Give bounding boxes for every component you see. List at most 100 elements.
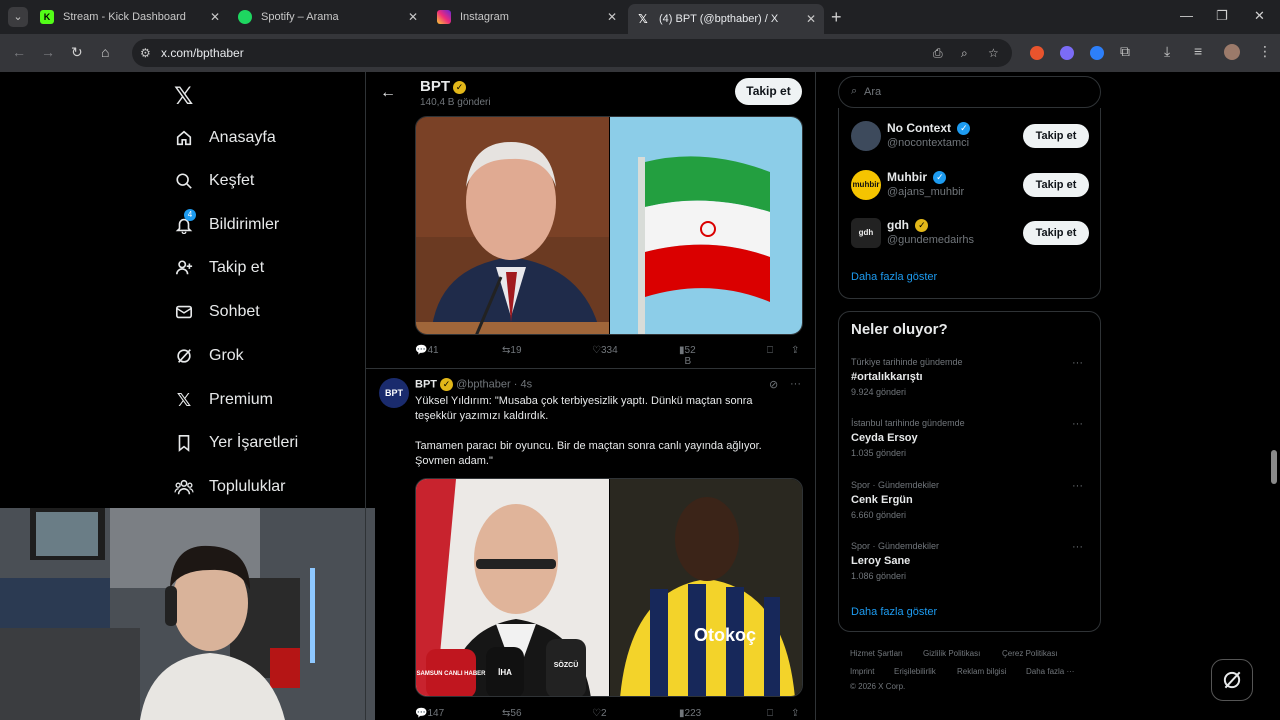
share-icon[interactable]: ⇪: [791, 345, 799, 356]
x-logo-icon[interactable]: 𝕏: [174, 82, 193, 111]
install-app-icon[interactable]: ⎙: [933, 46, 943, 61]
site-info-icon[interactable]: ⚙: [140, 46, 151, 60]
more-icon[interactable]: ···: [1072, 357, 1083, 369]
tab-x[interactable]: 𝕏 (4) BPT (@bpthaber) / X ✕: [628, 4, 824, 34]
menu-kebab-icon[interactable]: ⋮: [1258, 43, 1272, 60]
nav-item-notifications[interactable]: 4 Bildirimler: [174, 209, 279, 240]
tab-kick[interactable]: K Stream - Kick Dashboard ✕: [32, 4, 228, 30]
grok-fab-button[interactable]: [1211, 659, 1253, 701]
back-icon[interactable]: ←: [12, 44, 26, 60]
forward-icon[interactable]: →: [41, 44, 55, 60]
footer-link[interactable]: Hizmet Şartları: [850, 649, 903, 658]
tweet2-media[interactable]: SAMSUN CANLI HABER İHA SÖZCÜ Otokoç: [415, 478, 803, 697]
extension-game-icon[interactable]: [1060, 46, 1074, 60]
iran-flag-photo[interactable]: [609, 117, 802, 334]
zoom-icon[interactable]: ⌕: [961, 46, 968, 61]
follow-button[interactable]: Takip et: [1023, 173, 1089, 197]
footer-link[interactable]: Gizlilik Politikası: [923, 649, 980, 658]
close-icon[interactable]: ✕: [806, 12, 816, 26]
trend-context: Spor · Gündemdekiler: [851, 541, 940, 551]
follow-suggestion[interactable]: gdh gdh ✓ @gundemedairhs Takip et: [851, 216, 1091, 250]
footer-link[interactable]: Imprint: [850, 667, 874, 676]
new-tab-button[interactable]: +: [831, 7, 842, 28]
follow-button[interactable]: Takip et: [1023, 124, 1089, 148]
tweet-time[interactable]: 4s: [520, 378, 532, 390]
player-photo[interactable]: Otokoç: [609, 479, 802, 696]
show-more-link[interactable]: Daha fazla göster: [851, 606, 937, 618]
chairman-photo[interactable]: SAMSUN CANLI HABER İHA SÖZCÜ: [416, 479, 609, 696]
nav-item-premium[interactable]: 𝕏 Premium: [174, 385, 273, 415]
footer-link[interactable]: Çerez Politikası: [1002, 649, 1058, 658]
window-close-icon[interactable]: ✕: [1254, 8, 1265, 24]
trend-item[interactable]: Türkiye tarihinde gündemde #ortalıkkarış…: [851, 357, 1091, 407]
follow-suggestion[interactable]: No Context ✓ @nocontextamci Takip et: [851, 119, 1091, 153]
restore-icon[interactable]: ❐: [1216, 8, 1228, 24]
profile-avatar[interactable]: [1224, 44, 1240, 60]
download-icon[interactable]: ⤓: [1164, 43, 1170, 60]
grok-icon[interactable]: ⊘: [769, 378, 778, 391]
trend-item[interactable]: İstanbul tarihinde gündemde Ceyda Ersoy …: [851, 418, 1091, 468]
media-control-icon[interactable]: ≡: [1194, 43, 1202, 59]
like-button[interactable]: ♡ 334: [592, 345, 618, 356]
scrollbar-thumb[interactable]: [1271, 450, 1277, 484]
author-name[interactable]: BPT: [415, 378, 437, 390]
tab-title: (4) BPT (@bpthaber) / X: [659, 13, 779, 25]
footer-link[interactable]: Reklam bilgisi: [957, 667, 1006, 676]
tab-search-button[interactable]: ⌄: [8, 7, 28, 27]
close-icon[interactable]: ✕: [210, 10, 220, 24]
bookmark-icon[interactable]: ⎕: [767, 345, 773, 356]
follow-button[interactable]: Takip et: [1023, 221, 1089, 245]
avatar[interactable]: BPT: [379, 378, 409, 408]
nav-item-bookmarks[interactable]: Yer İşaretleri: [174, 428, 298, 458]
search-input[interactable]: ⌕ Ara: [838, 76, 1101, 108]
more-icon[interactable]: ···: [1072, 418, 1083, 430]
reload-icon[interactable]: ↻: [71, 44, 83, 61]
trend-title: Cenk Ergün: [851, 494, 913, 506]
tab-spotify[interactable]: Spotify – Arama ✕: [230, 4, 426, 30]
minimize-icon[interactable]: —: [1180, 8, 1193, 23]
extensions-puzzle-icon[interactable]: ⧉: [1120, 43, 1130, 60]
trend-context: Türkiye tarihinde gündemde: [851, 357, 963, 367]
address-url[interactable]: x.com/bpthaber: [161, 46, 244, 60]
nav-item-grok[interactable]: Grok: [174, 341, 244, 371]
senator-photo[interactable]: [416, 117, 609, 334]
trend-item[interactable]: Spor · Gündemdekiler Leroy Sane 1.086 gö…: [851, 541, 1091, 591]
repost-button[interactable]: ⇆ 19: [502, 345, 522, 356]
tab-instagram[interactable]: Instagram ✕: [429, 4, 625, 30]
extension-fox-icon[interactable]: [1030, 46, 1044, 60]
tweet1-media[interactable]: [415, 116, 803, 335]
trend-item[interactable]: Spor · Gündemdekiler Cenk Ergün 6.660 gö…: [851, 480, 1091, 530]
reply-button[interactable]: 💬 41: [415, 345, 439, 356]
views-button[interactable]: ▮ 52 B: [679, 345, 696, 367]
share-icon[interactable]: ⇪: [791, 708, 799, 719]
more-icon[interactable]: ···: [790, 378, 801, 390]
footer-link[interactable]: Erişilebilirlik: [894, 667, 936, 676]
address-bar[interactable]: ⚙ x.com/bpthaber ⎙ ⌕ ☆: [132, 39, 1012, 67]
home-button-icon[interactable]: ⌂: [101, 44, 109, 60]
nav-item-follow[interactable]: Takip et: [174, 253, 264, 283]
footer-link[interactable]: Daha fazla ···: [1026, 667, 1074, 676]
nav-item-explore[interactable]: Keşfet: [174, 166, 254, 196]
reply-button[interactable]: 💬 147: [415, 708, 444, 719]
follow-suggestion[interactable]: muhbir Muhbir ✓ @ajans_muhbir Takip et: [851, 168, 1091, 202]
extension-audio-icon[interactable]: [1090, 46, 1104, 60]
avatar: [851, 121, 881, 151]
show-more-link[interactable]: Daha fazla göster: [851, 271, 937, 283]
views-button[interactable]: ▮ 223 B: [679, 708, 701, 720]
like-button[interactable]: ♡ 2 B: [592, 708, 608, 720]
more-icon[interactable]: ···: [1072, 480, 1083, 492]
bookmark-icon[interactable]: ⎕: [767, 708, 773, 719]
close-icon[interactable]: ✕: [408, 10, 418, 24]
nav-item-chat[interactable]: Sohbet: [174, 297, 260, 327]
close-icon[interactable]: ✕: [607, 10, 617, 24]
trend-context: İstanbul tarihinde gündemde: [851, 418, 965, 428]
page-scrollbar[interactable]: [1268, 72, 1280, 720]
bookmark-star-icon[interactable]: ☆: [988, 46, 999, 60]
back-arrow-icon[interactable]: ←: [380, 84, 396, 102]
profile-follow-button[interactable]: Takip et: [735, 78, 802, 105]
author-handle[interactable]: @bpthaber: [456, 378, 511, 390]
nav-item-home[interactable]: Anasayfa: [174, 123, 276, 153]
nav-item-communities[interactable]: Topluluklar: [174, 472, 285, 502]
repost-button[interactable]: ⇆ 56: [502, 708, 522, 719]
more-icon[interactable]: ···: [1072, 541, 1083, 553]
